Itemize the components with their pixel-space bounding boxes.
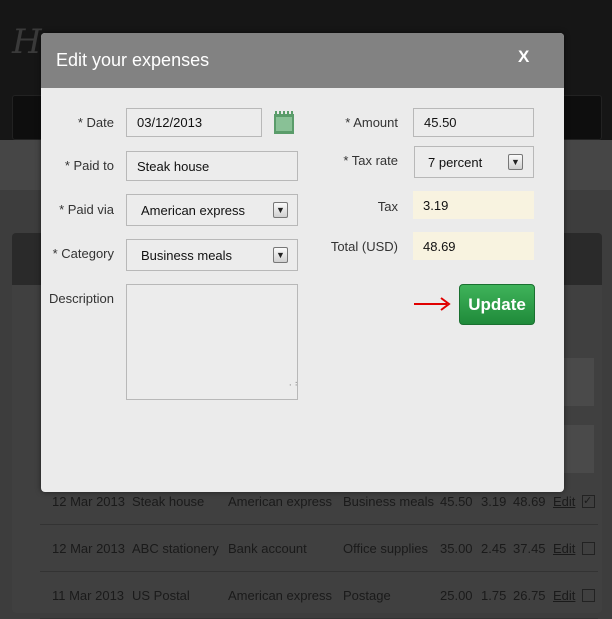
category-label: * Category [52, 246, 114, 261]
row-category: Postage [343, 588, 391, 603]
row-paid-to: Steak house [132, 494, 205, 509]
row-checkbox[interactable]: ✓ [582, 495, 595, 508]
tax-value: 3.19 [413, 191, 534, 219]
paid-to-label: * Paid to [64, 158, 114, 173]
tax-rate-value: 7 percent [428, 154, 483, 170]
update-button[interactable]: Update [459, 284, 535, 325]
description-textarea[interactable] [126, 284, 298, 400]
paid-via-value: American express [141, 202, 246, 218]
row-category: Office supplies [343, 541, 429, 556]
paid-to-input[interactable]: Steak house [126, 151, 298, 181]
description-label: Description [48, 291, 114, 306]
row-amount: 25.00 [440, 588, 473, 603]
category-select[interactable]: Business meals ▼ [126, 239, 298, 271]
table-row: 11 Mar 2013 US Postal American express Post… [40, 572, 598, 619]
row-total: 37.45 [513, 541, 546, 556]
row-edit-link[interactable]: Edit [553, 588, 575, 603]
row-date: 12 Mar 2013 [52, 541, 125, 556]
row-tax: 1.75 [481, 588, 507, 603]
chevron-down-icon: ▼ [273, 202, 288, 218]
row-paid-via: American express [228, 588, 333, 603]
resize-grip-icon[interactable]: ⠠⠰ [286, 379, 298, 388]
tax-label: Tax [377, 199, 398, 214]
row-tax: 3.19 [481, 494, 507, 509]
amount-input[interactable]: 45.50 [413, 108, 534, 137]
chevron-down-icon: ▼ [508, 154, 523, 170]
row-total: 48.69 [513, 494, 546, 509]
table-row: 12 Mar 2013 ABC stationery Bank account Off… [40, 525, 598, 572]
tax-rate-select[interactable]: 7 percent ▼ [414, 146, 534, 178]
edit-expense-dialog: Edit your expenses X * Date 03/12/2013 *… [41, 33, 564, 492]
paid-via-label: * Paid via [59, 202, 114, 217]
date-input[interactable]: 03/12/2013 [126, 108, 262, 137]
total-value: 48.69 [413, 232, 534, 260]
row-paid-via: Bank account [228, 541, 307, 556]
close-button[interactable]: X [518, 47, 529, 67]
row-amount: 45.50 [440, 494, 473, 509]
chevron-down-icon: ▼ [273, 247, 288, 263]
row-category: Business meals [343, 494, 435, 509]
dialog-title: Edit your expenses [56, 50, 210, 70]
row-checkbox[interactable] [582, 589, 595, 602]
arrow-right-icon [414, 297, 451, 311]
row-edit-link[interactable]: Edit [553, 494, 575, 509]
row-paid-to: ABC stationery [132, 541, 219, 556]
row-edit-link[interactable]: Edit [553, 541, 575, 556]
category-value: Business meals [141, 247, 233, 263]
tax-rate-label: * Tax rate [343, 153, 398, 168]
calendar-icon[interactable] [274, 111, 294, 134]
row-date: 12 Mar 2013 [52, 494, 125, 509]
amount-label: * Amount [345, 115, 398, 130]
row-paid-via: American express [228, 494, 333, 509]
date-label: * Date [77, 115, 114, 130]
row-amount: 35.00 [440, 541, 473, 556]
row-total: 26.75 [513, 588, 546, 603]
dialog-header: Edit your expenses X [41, 33, 564, 88]
total-label: Total (USD) [330, 239, 398, 254]
row-tax: 2.45 [481, 541, 507, 556]
row-checkbox[interactable] [582, 542, 595, 555]
paid-via-select[interactable]: American express ▼ [126, 194, 298, 226]
row-date: 11 Mar 2013 [52, 588, 125, 603]
row-paid-to: US Postal [132, 588, 190, 603]
